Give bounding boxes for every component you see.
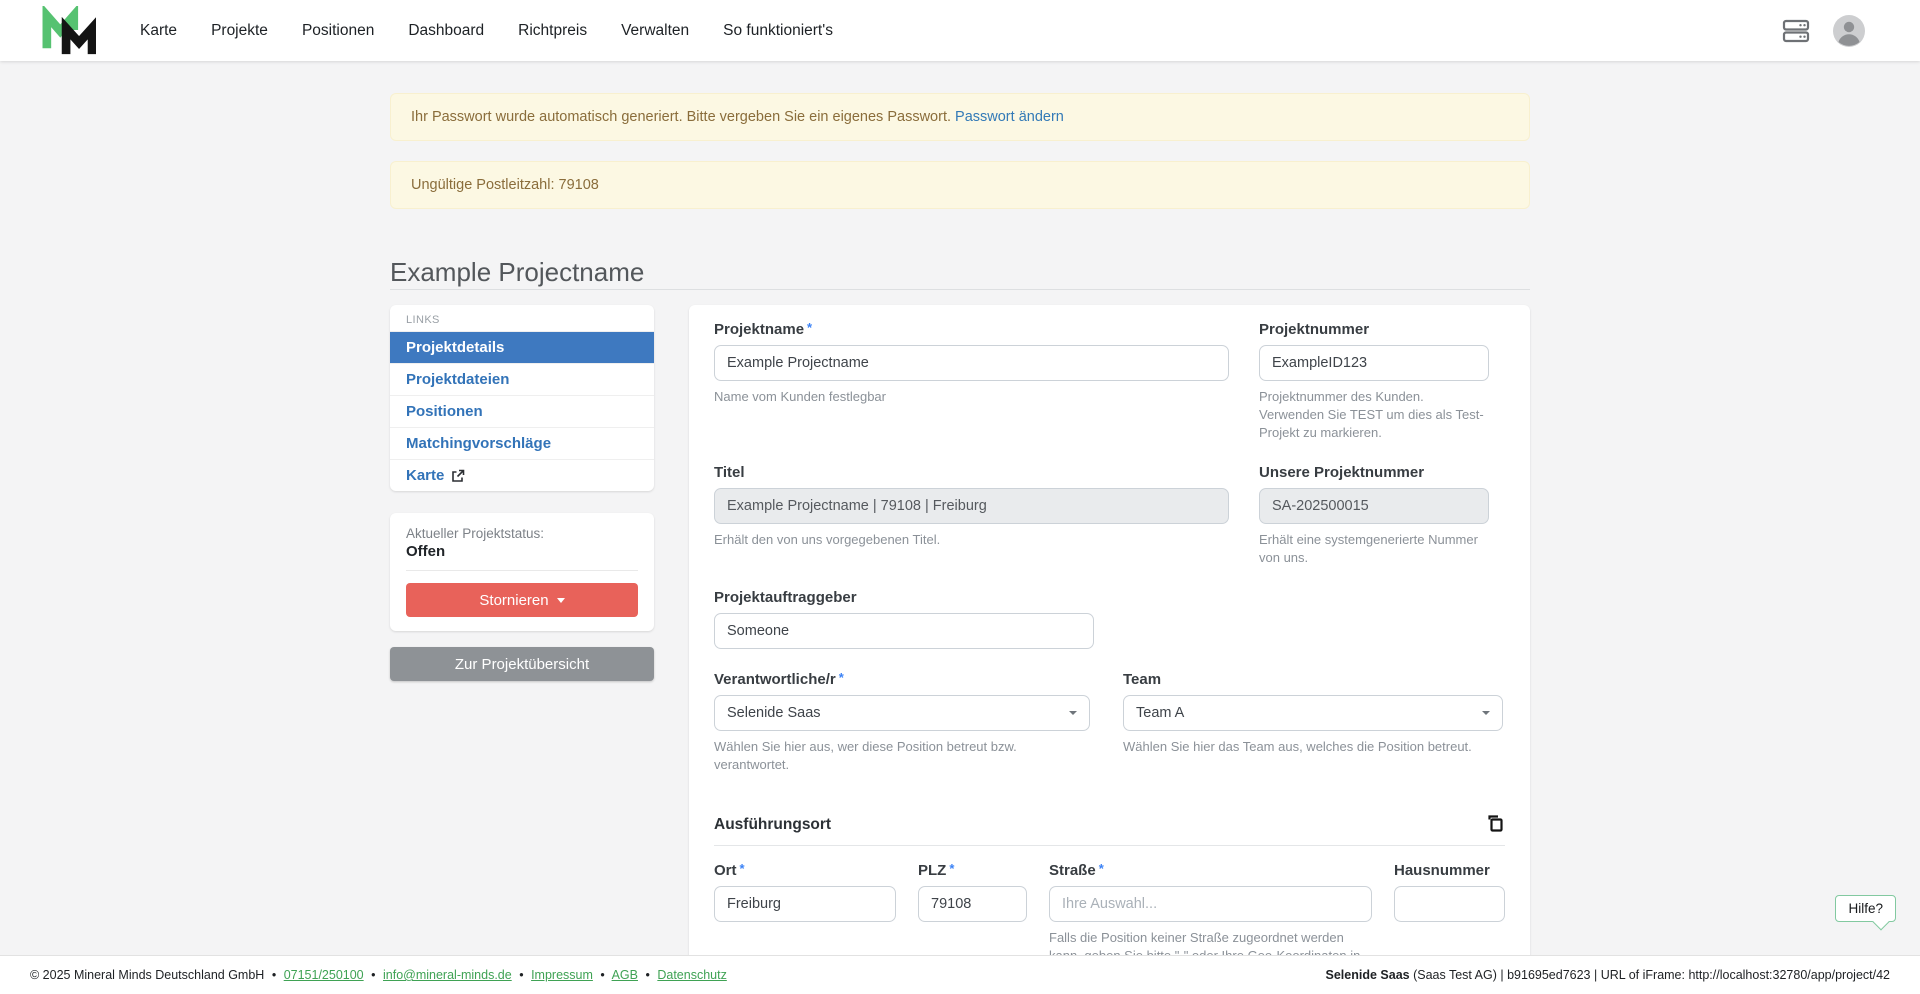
footer-impressum-link[interactable]: Impressum <box>531 968 593 982</box>
ort-label: Ort* <box>714 862 896 879</box>
title-divider <box>390 289 1530 290</box>
sidebar-item-projektdetails[interactable]: Projektdetails <box>390 331 654 363</box>
ausfuehrungsort-heading: Ausführungsort <box>714 816 831 834</box>
plz-input[interactable] <box>918 886 1027 922</box>
projektnummer-input[interactable] <box>1259 345 1489 381</box>
links-card-header: LINKS <box>390 305 654 331</box>
projektname-input[interactable] <box>714 345 1229 381</box>
required-marker: * <box>740 861 745 876</box>
status-divider <box>406 570 638 571</box>
required-marker: * <box>807 320 812 335</box>
brand-logo[interactable] <box>40 5 98 57</box>
footer-session-info: Selenide Saas (Saas Test AG) | b91695ed7… <box>1326 968 1890 982</box>
project-details-form: Projektname* Name vom Kunden festlegbar … <box>689 305 1530 955</box>
sidebar-item-karte[interactable]: Karte <box>390 459 654 491</box>
titel-helper: Erhält den von uns vorgegebenen Titel. <box>714 531 1229 549</box>
team-selected-value: Team A <box>1136 705 1184 721</box>
sidebar-item-label: Karte <box>406 465 444 486</box>
status-value: Offen <box>406 543 638 560</box>
server-icon[interactable] <box>1782 18 1810 44</box>
team-label: Team <box>1123 671 1503 688</box>
nav-item-positionen[interactable]: Positionen <box>302 22 374 40</box>
plz-label: PLZ* <box>918 862 1027 879</box>
help-button[interactable]: Hilfe? <box>1835 895 1896 922</box>
projektname-helper: Name vom Kunden festlegbar <box>714 388 1229 406</box>
cancel-project-button[interactable]: Stornieren <box>406 583 638 617</box>
footer-email-link[interactable]: info@mineral-minds.de <box>383 968 512 982</box>
unsere-projektnummer-label: Unsere Projektnummer <box>1259 464 1489 481</box>
status-label: Aktueller Projektstatus: <box>406 526 638 541</box>
password-warning-alert: Ihr Passwort wurde automatisch generiert… <box>390 93 1530 141</box>
page-title: Example Projectname <box>390 257 1530 287</box>
change-password-link[interactable]: Passwort ändern <box>955 109 1064 125</box>
nav-item-projekte[interactable]: Projekte <box>211 22 268 40</box>
footer-agb-link[interactable]: AGB <box>612 968 638 982</box>
section-divider <box>714 845 1505 846</box>
footer-left: © 2025 Mineral Minds Deutschland GmbH • … <box>30 968 727 982</box>
strasse-input[interactable] <box>1049 886 1372 922</box>
verantwortliche-helper: Wählen Sie hier aus, wer diese Position … <box>714 738 1090 774</box>
sidebar-item-projektdateien[interactable]: Projektdateien <box>390 363 654 395</box>
user-avatar-icon[interactable] <box>1832 14 1866 48</box>
nav-item-richtpreis[interactable]: Richtpreis <box>518 22 587 40</box>
nav-item-dashboard[interactable]: Dashboard <box>408 22 484 40</box>
projektnummer-helper: Projektnummer des Kunden. Verwenden Sie … <box>1259 388 1489 442</box>
team-select[interactable]: Team A <box>1123 695 1503 731</box>
projektauftraggeber-input[interactable] <box>714 613 1094 649</box>
required-marker: * <box>839 670 844 685</box>
strasse-label: Straße* <box>1049 862 1372 879</box>
chevron-down-icon <box>1069 711 1077 715</box>
nav-item-verwalten[interactable]: Verwalten <box>621 22 689 40</box>
password-warning-text: Ihr Passwort wurde automatisch generiert… <box>411 109 951 125</box>
projektnummer-label: Projektnummer <box>1259 321 1489 338</box>
copyright-text: © 2025 Mineral Minds Deutschland GmbH <box>30 968 264 982</box>
sidebar-item-positionen[interactable]: Positionen <box>390 395 654 427</box>
copy-icon[interactable] <box>1484 814 1505 835</box>
navbar-right-icons <box>1782 14 1866 48</box>
projektauftraggeber-label: Projektauftraggeber <box>714 589 1094 606</box>
links-card: LINKS Projektdetails Projektdateien Posi… <box>390 305 654 491</box>
required-marker: * <box>1099 861 1104 876</box>
cancel-project-label: Stornieren <box>479 592 548 609</box>
hausnummer-label: Hausnummer <box>1394 862 1505 879</box>
footer-phone-link[interactable]: 07151/250100 <box>284 968 364 982</box>
verantwortliche-selected-value: Selenide Saas <box>727 705 821 721</box>
invalid-plz-alert: Ungültige Postleitzahl: 79108 <box>390 161 1530 209</box>
page-content: Ihr Passwort wurde automatisch generiert… <box>0 61 1920 955</box>
verantwortliche-select[interactable]: Selenide Saas <box>714 695 1090 731</box>
top-navbar: Karte Projekte Positionen Dashboard Rich… <box>0 0 1920 61</box>
footer-session-details: (Saas Test AG) | b91695ed7623 | URL of i… <box>1410 968 1890 982</box>
project-sidebar: LINKS Projektdetails Projektdateien Posi… <box>390 305 654 681</box>
chevron-down-icon <box>1482 711 1490 715</box>
nav-item-karte[interactable]: Karte <box>140 22 177 40</box>
alerts-region: Ihr Passwort wurde automatisch generiert… <box>390 93 1530 209</box>
mineral-minds-logo-icon <box>40 6 96 56</box>
required-marker: * <box>949 861 954 876</box>
sidebar-item-label: Matchingvorschläge <box>406 433 551 454</box>
footer-user-name: Selenide Saas <box>1326 968 1410 982</box>
sidebar-item-label: Positionen <box>406 401 483 422</box>
external-link-icon <box>451 469 465 483</box>
project-status-card: Aktueller Projektstatus: Offen Storniere… <box>390 513 654 631</box>
footer-datenschutz-link[interactable]: Datenschutz <box>657 968 726 982</box>
projektname-label: Projektname* <box>714 321 1229 338</box>
hausnummer-input[interactable] <box>1394 886 1505 922</box>
titel-label: Titel <box>714 464 1229 481</box>
unsere-projektnummer-helper: Erhält eine systemgenerierte Nummer von … <box>1259 531 1489 567</box>
titel-input <box>714 488 1229 524</box>
invalid-plz-text: Ungültige Postleitzahl: 79108 <box>411 177 599 193</box>
strasse-helper: Falls die Position keiner Straße zugeord… <box>1049 929 1372 955</box>
ort-input[interactable] <box>714 886 896 922</box>
main-navigation: Karte Projekte Positionen Dashboard Rich… <box>140 22 833 40</box>
verantwortliche-label: Verantwortliche/r* <box>714 671 1090 688</box>
project-overview-button[interactable]: Zur Projektübersicht <box>390 647 654 681</box>
sidebar-item-label: Projektdetails <box>406 337 504 358</box>
sidebar-item-label: Projektdateien <box>406 369 509 390</box>
team-helper: Wählen Sie hier das Team aus, welches di… <box>1123 738 1503 756</box>
sidebar-item-matchingvorschlaege[interactable]: Matchingvorschläge <box>390 427 654 459</box>
unsere-projektnummer-input <box>1259 488 1489 524</box>
nav-item-so-funktionierts[interactable]: So funktioniert's <box>723 22 833 40</box>
caret-down-icon <box>557 598 565 603</box>
page-footer: © 2025 Mineral Minds Deutschland GmbH • … <box>0 955 1920 994</box>
